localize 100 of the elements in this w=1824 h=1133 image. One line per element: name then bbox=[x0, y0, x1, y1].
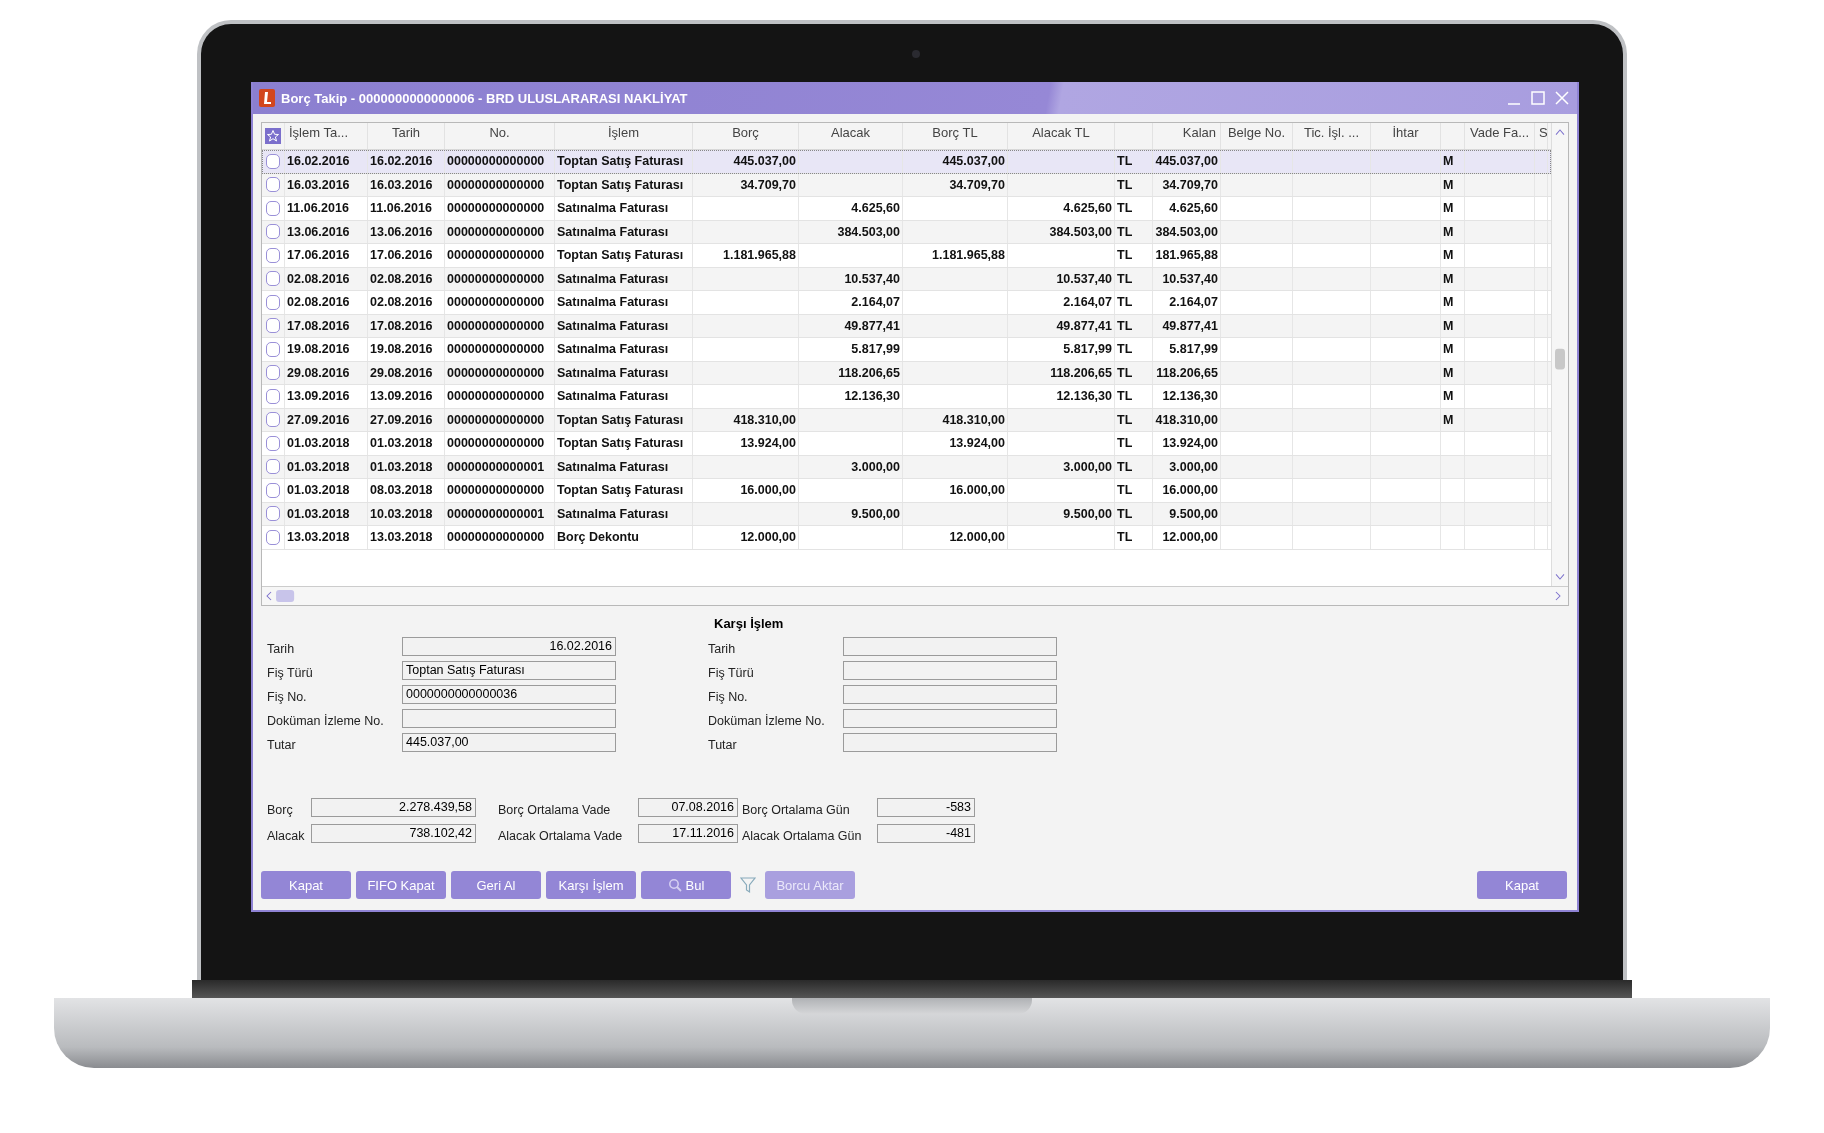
row-checkbox[interactable] bbox=[266, 271, 280, 287]
table-cell: 384.503,00 bbox=[1155, 224, 1218, 239]
input-field[interactable]: Toptan Satış Faturası bbox=[402, 661, 616, 680]
column-header[interactable]: Alacak bbox=[799, 123, 903, 149]
table-cell: 10.537,40 bbox=[1056, 271, 1112, 286]
input-field[interactable]: 16.02.2016 bbox=[402, 637, 616, 656]
table-row[interactable]: 01.03.2018 01.03.2018 00000000000000 Toptan Satış Faturası 13.924,00 13.924,00 TL 13.924,00 bbox=[262, 432, 1551, 456]
table-cell: 34.709,70 bbox=[1162, 177, 1218, 192]
column-header[interactable]: İşlem bbox=[555, 123, 693, 149]
field-label: Borç bbox=[267, 801, 294, 817]
table-row[interactable]: 11.06.2016 11.06.2016 00000000000000 Satınalma Faturası 4.625,60 4.625,60 TL 4.625,60 M bbox=[262, 197, 1551, 221]
table-row[interactable]: 17.08.2016 17.08.2016 00000000000000 Satınalma Faturası 49.877,41 49.877,41 TL 49.877,41 M bbox=[262, 314, 1551, 338]
table-row[interactable]: 19.08.2016 19.08.2016 00000000000000 Satınalma Faturası 5.817,99 5.817,99 TL 5.817,99 M bbox=[262, 338, 1551, 362]
column-header[interactable]: Kalan bbox=[1153, 123, 1221, 149]
table-row[interactable]: 02.08.2016 02.08.2016 00000000000000 Satınalma Faturası 2.164,07 2.164,07 TL 2.164,07 M bbox=[262, 291, 1551, 315]
table-cell: M bbox=[1443, 271, 1454, 286]
row-checkbox[interactable] bbox=[266, 294, 280, 310]
table-cell: TL bbox=[1117, 318, 1133, 333]
table-cell: 16.000,00 bbox=[740, 483, 796, 497]
table-cell: 9.500,00 bbox=[851, 506, 900, 521]
column-header[interactable]: Vade Fa... bbox=[1465, 123, 1535, 149]
input-field[interactable] bbox=[402, 709, 616, 728]
input-field[interactable]: 2.278.439,58 bbox=[311, 798, 476, 817]
row-checkbox[interactable] bbox=[266, 435, 280, 451]
table-cell: Toptan Satış Faturası bbox=[557, 412, 684, 427]
star-icon[interactable] bbox=[265, 128, 281, 144]
row-checkbox[interactable] bbox=[266, 412, 280, 428]
table-cell: 12.136,30 bbox=[1056, 389, 1112, 403]
table-cell: 16.03.2016 bbox=[370, 177, 433, 192]
table-cell: 445.037,00 bbox=[733, 154, 796, 168]
table-cell: TL bbox=[1117, 483, 1133, 497]
row-checkbox[interactable] bbox=[266, 153, 280, 169]
input-field[interactable] bbox=[843, 709, 1057, 728]
column-header[interactable]: İhtar bbox=[1371, 123, 1441, 149]
table-cell: 13.924,00 bbox=[1162, 436, 1218, 450]
input-field[interactable]: 445.037,00 bbox=[402, 733, 616, 752]
table-row[interactable]: 13.09.2016 13.09.2016 00000000000000 Satınalma Faturası 12.136,30 12.136,30 TL 12.136,30 M bbox=[262, 385, 1551, 409]
input-field[interactable]: 17.11.2016 bbox=[638, 824, 738, 843]
column-header[interactable]: Tic. İşl. ... bbox=[1293, 123, 1371, 149]
table-cell: TL bbox=[1117, 224, 1133, 239]
maximize-icon[interactable] bbox=[1529, 89, 1547, 107]
row-checkbox[interactable] bbox=[266, 506, 280, 522]
input-field[interactable] bbox=[843, 733, 1057, 752]
row-checkbox[interactable] bbox=[266, 177, 280, 193]
table-cell: TL bbox=[1117, 342, 1133, 356]
column-header[interactable]: Belge No. bbox=[1221, 123, 1293, 149]
row-checkbox[interactable] bbox=[266, 529, 280, 545]
table-row[interactable]: 16.02.2016 16.02.2016 00000000000000 Toptan Satış Faturası 445.037,00 445.037,00 TL 445.037,00 M bbox=[262, 150, 1551, 174]
column-header[interactable]: No. bbox=[445, 123, 555, 149]
row-checkbox[interactable] bbox=[266, 365, 280, 381]
table-cell: Satınalma Faturası bbox=[557, 342, 669, 356]
table-row[interactable]: 01.03.2018 01.03.2018 00000000000001 Satınalma Faturası 3.000,00 3.000,00 TL 3.000,00 bbox=[262, 455, 1551, 479]
close-icon[interactable] bbox=[1553, 89, 1571, 107]
table-cell: 13.03.2018 bbox=[287, 530, 350, 544]
input-field[interactable]: -583 bbox=[877, 798, 975, 817]
column-header[interactable]: Tarih bbox=[368, 123, 445, 149]
row-checkbox[interactable] bbox=[266, 224, 280, 240]
table-cell: 2.164,07 bbox=[851, 295, 900, 309]
input-field[interactable]: 738.102,42 bbox=[311, 824, 476, 843]
row-checkbox[interactable] bbox=[266, 341, 280, 357]
table-row[interactable]: 13.03.2018 13.03.2018 00000000000000 Borç Dekontu 12.000,00 12.000,00 TL 12.000,00 bbox=[262, 526, 1551, 550]
table-row[interactable]: 01.03.2018 08.03.2018 00000000000000 Toptan Satış Faturası 16.000,00 16.000,00 TL 16.000,00 bbox=[262, 479, 1551, 503]
row-checkbox[interactable] bbox=[266, 200, 280, 216]
table-cell: 384.503,00 bbox=[1049, 224, 1112, 239]
table-cell: 11.06.2016 bbox=[370, 201, 432, 215]
table-cell: 12.000,00 bbox=[740, 530, 796, 544]
filter-icon[interactable] bbox=[740, 876, 756, 894]
input-field[interactable]: 07.08.2016 bbox=[638, 798, 738, 817]
row-checkbox[interactable] bbox=[266, 482, 280, 498]
input-field[interactable] bbox=[843, 661, 1057, 680]
vertical-scrollbar[interactable] bbox=[1551, 123, 1568, 586]
table-row[interactable]: 17.06.2016 17.06.2016 00000000000000 Toptan Satış Faturası 1.181.965,88 1.181.965,88 TL 181.965,88 M bbox=[262, 244, 1551, 268]
table-row[interactable]: 02.08.2016 02.08.2016 00000000000000 Satınalma Faturası 10.537,40 10.537,40 TL 10.537,40 M bbox=[262, 267, 1551, 291]
column-header[interactable]: Borç TL bbox=[903, 123, 1008, 149]
table-row[interactable]: 13.06.2016 13.06.2016 00000000000000 Satınalma Faturası 384.503,00 384.503,00 TL 384.503,00 M bbox=[262, 220, 1551, 244]
table-row[interactable]: 16.03.2016 16.03.2016 00000000000000 Toptan Satış Faturası 34.709,70 34.709,70 TL 34.709,70 M bbox=[262, 173, 1551, 197]
input-field[interactable] bbox=[843, 685, 1057, 704]
table-cell: 27.09.2016 bbox=[370, 412, 433, 427]
row-checkbox[interactable] bbox=[266, 459, 280, 475]
input-field[interactable] bbox=[843, 637, 1057, 656]
input-field[interactable]: 0000000000000036 bbox=[402, 685, 616, 704]
column-header[interactable]: İşlem Ta... bbox=[285, 123, 368, 149]
field-label: Fiş Türü bbox=[708, 664, 755, 680]
row-checkbox[interactable] bbox=[266, 247, 280, 263]
table-row[interactable]: 27.09.2016 27.09.2016 00000000000000 Toptan Satış Faturası 418.310,00 418.310,00 TL 418.310,00 M bbox=[262, 408, 1551, 432]
table-row[interactable]: 29.08.2016 29.08.2016 00000000000000 Satınalma Faturası 118.206,65 118.206,65 TL 118.206,65 M bbox=[262, 361, 1551, 385]
input-field[interactable]: -481 bbox=[877, 824, 975, 843]
row-checkbox[interactable] bbox=[266, 388, 280, 404]
table-cell: M bbox=[1443, 365, 1454, 380]
table-cell: 181.965,88 bbox=[1155, 248, 1218, 262]
column-header[interactable]: Borç bbox=[693, 123, 799, 149]
table-cell: TL bbox=[1117, 412, 1133, 427]
horizontal-scrollbar[interactable] bbox=[262, 586, 1568, 605]
table-cell: TL bbox=[1117, 389, 1133, 403]
table-row[interactable]: 01.03.2018 10.03.2018 00000000000001 Satınalma Faturası 9.500,00 9.500,00 TL 9.500,00 bbox=[262, 502, 1551, 526]
row-checkbox[interactable] bbox=[266, 318, 280, 334]
table-cell: 16.03.2016 bbox=[287, 177, 350, 192]
column-header[interactable]: S bbox=[1535, 123, 1548, 149]
column-header[interactable]: Alacak TL bbox=[1008, 123, 1115, 149]
field-label: Doküman İzleme No. bbox=[267, 712, 385, 728]
